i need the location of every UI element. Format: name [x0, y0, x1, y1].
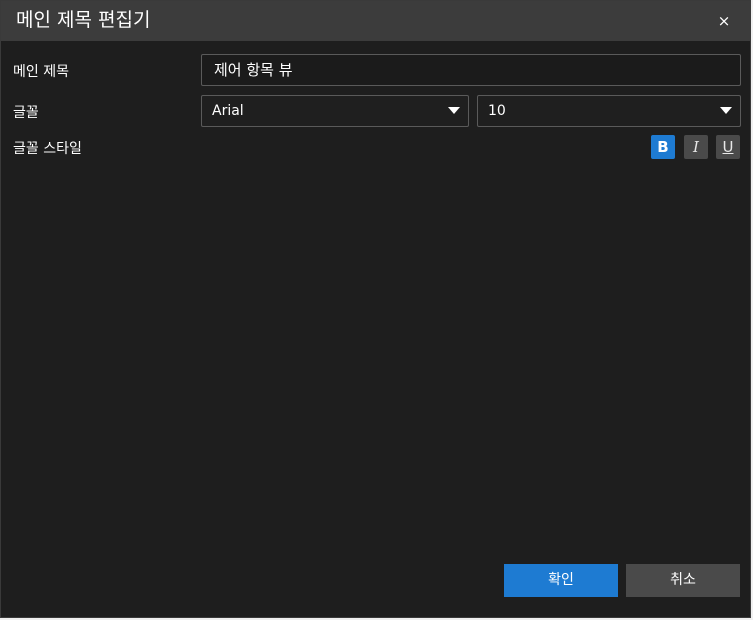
dialog-title: 메인 제목 편집기 [16, 9, 151, 31]
main-title-value: 제어 항목 뷰 [214, 61, 293, 79]
dialog-titlebar: 메인 제목 편집기 × [1, 1, 750, 41]
font-style-label: 글꼴 스타일 [13, 141, 82, 157]
dropdown-arrow-icon [720, 107, 732, 114]
underline-toggle-button[interactable]: U [716, 135, 740, 159]
main-title-input[interactable]: 제어 항목 뷰 [201, 54, 741, 86]
dropdown-arrow-icon [448, 107, 460, 114]
font-size-value: 10 [488, 103, 506, 119]
close-icon: × [717, 12, 731, 30]
cancel-button[interactable]: 취소 [626, 564, 740, 597]
bold-toggle-button[interactable]: B [651, 135, 675, 159]
title-editor-dialog: 메인 제목 편집기 × 메인 제목 제어 항목 뷰 글꼴 Arial 10 글꼴… [0, 0, 751, 618]
font-label: 글꼴 [13, 105, 39, 121]
font-family-value: Arial [212, 103, 244, 119]
italic-toggle-button[interactable]: I [684, 135, 708, 159]
ok-button[interactable]: 확인 [504, 564, 618, 597]
close-button[interactable]: × [712, 9, 736, 33]
font-size-select[interactable]: 10 [477, 95, 741, 127]
font-family-select[interactable]: Arial [201, 95, 469, 127]
main-title-label: 메인 제목 [13, 64, 69, 80]
